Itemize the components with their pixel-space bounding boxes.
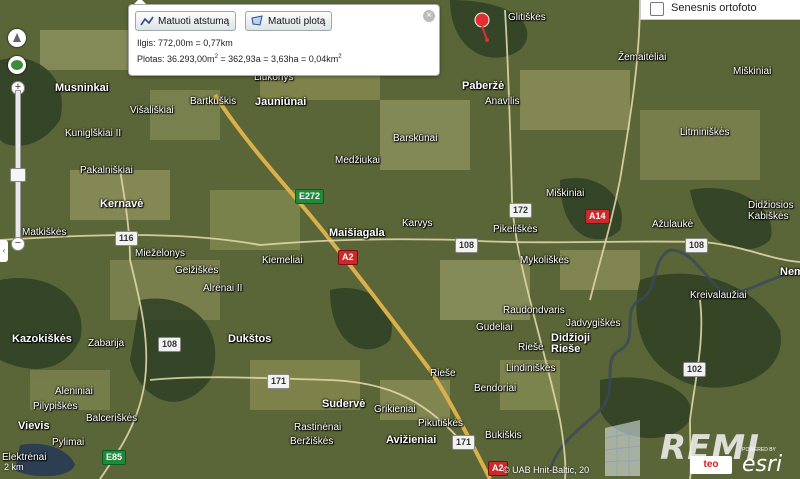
zoom-slider-track[interactable] <box>15 90 21 242</box>
ortophoto-checkbox[interactable] <box>650 2 664 16</box>
ruler-line-icon <box>140 16 154 26</box>
place-label: Geižiškės <box>175 265 219 276</box>
road-shield: A14 <box>585 209 610 224</box>
esri-logo: esri <box>742 452 783 477</box>
road-shield: 108 <box>685 238 709 253</box>
ortophoto-label: Senesnis ortofoto <box>671 2 757 14</box>
map-layer-icon <box>11 60 23 70</box>
close-icon[interactable]: × <box>423 10 435 22</box>
measure-area-label: Matuoti plotą <box>268 15 326 27</box>
place-label: Bendoriai <box>474 383 517 394</box>
place-label: Barskūnai <box>393 133 438 144</box>
scale-bar: 2 km <box>4 462 24 472</box>
place-label: Pikeliškės <box>493 224 538 235</box>
road-shield: 108 <box>455 238 479 253</box>
place-label: Bukiškis <box>485 430 522 441</box>
road-shield: 171 <box>267 374 291 389</box>
place-label: Pilypiškės <box>33 401 78 412</box>
road-shield: 172 <box>509 203 533 218</box>
place-label: Grikieniai <box>374 404 416 415</box>
teo-logo: teo <box>690 456 732 474</box>
zoom-slider-handle[interactable] <box>10 168 26 182</box>
collapse-panel-arrow[interactable]: ‹ <box>0 240 8 262</box>
place-label: Balceriškės <box>86 413 138 424</box>
place-label: Miškiniai <box>733 66 772 77</box>
measure-popup: Matuoti atstumą Matuoti plotą × Ilgis: 7… <box>128 0 440 76</box>
place-label: Pakalniškiai <box>80 165 133 176</box>
place-label: Avižieniai <box>386 434 437 446</box>
place-label: Rastinėnai <box>294 422 342 433</box>
copyright-attribution: © UAB Hnit-Baltic, 20 <box>503 465 590 475</box>
road-shield: E272 <box>295 189 325 204</box>
road-shield: 116 <box>115 231 138 246</box>
place-label: Lindiniškės <box>506 363 556 374</box>
place-label: Pylimai <box>52 437 85 448</box>
place-label: Kazokiškės <box>12 333 72 345</box>
area-superscript: 2 <box>338 54 342 60</box>
place-label: Gudeliai <box>476 322 513 333</box>
place-label: Višališkiai <box>130 105 174 116</box>
place-label: Musninkai <box>55 82 109 94</box>
place-label: Aleniniai <box>55 386 93 397</box>
road-shield: 171 <box>452 435 476 450</box>
place-label: Kiemeliai <box>262 255 303 266</box>
place-label: Kreivalaužiai <box>690 290 747 301</box>
place-label: Sudervė <box>322 398 366 410</box>
place-label: Matkiškės <box>22 227 67 238</box>
place-label: Ažulaukė <box>652 219 694 230</box>
road-shield: A2 <box>338 250 358 265</box>
place-label: Rieše <box>551 343 581 355</box>
place-label: Jadvygiškės <box>566 318 621 329</box>
place-label: Nem <box>780 266 800 278</box>
place-label: Didžiosios Kabiškės <box>748 200 794 222</box>
place-label: Maišiagala <box>329 227 385 239</box>
place-label: Beržiškės <box>290 436 334 447</box>
place-label: Mykoliškės <box>520 255 569 266</box>
place-label: Karvys <box>402 218 433 229</box>
place-label: Rieše <box>518 342 544 353</box>
layer-tool-button[interactable] <box>8 56 26 74</box>
area-result-prefix: Plotas: 36.293,00m <box>137 54 215 64</box>
place-label: Vievis <box>18 420 50 432</box>
place-label: Kuniglškiai II <box>65 128 122 139</box>
old-ortophoto-toggle[interactable]: Senesnis ortofoto <box>640 0 800 20</box>
place-label: Alrėnai II <box>203 283 243 294</box>
measure-area-button[interactable]: Matuoti plotą <box>245 11 333 31</box>
place-label: Bartkuškis <box>190 96 237 107</box>
place-label: Paberžė <box>462 80 505 92</box>
place-label: Pikutiškės <box>418 418 464 429</box>
place-label: Jauniūnai <box>255 96 307 108</box>
place-label: Rieše <box>430 368 456 379</box>
place-label: Glitiškės <box>508 12 546 23</box>
place-label: Litminiškės <box>680 127 730 138</box>
road-shield: 102 <box>683 362 707 377</box>
area-result-rest: = 362,93a = 3,63ha = 0,04km <box>217 54 339 64</box>
length-result: Ilgis: 772,00m = 0,77km <box>137 38 233 48</box>
road-shield: 108 <box>158 337 182 352</box>
hand-icon <box>13 33 21 42</box>
place-label: Dukštos <box>228 333 272 345</box>
zoom-out-button[interactable]: − <box>11 237 25 251</box>
building-logo-icon <box>604 420 641 476</box>
place-label: Kernavė <box>100 198 144 210</box>
pan-tool-button[interactable] <box>8 29 26 47</box>
place-label: Anavilis <box>485 96 520 107</box>
place-label: Žemaitėliai <box>618 52 667 63</box>
place-label: Raudondvaris <box>503 305 565 316</box>
measure-distance-label: Matuoti atstumą <box>158 15 230 27</box>
place-label: Miškiniai <box>546 188 585 199</box>
road-shield: E85 <box>102 450 127 465</box>
place-label: Medžiukai <box>335 155 381 166</box>
measure-distance-button[interactable]: Matuoti atstumą <box>135 11 237 31</box>
place-label: Zabarija <box>88 338 125 349</box>
place-label: Mieželonys <box>135 248 186 259</box>
area-result: Plotas: 36.293,00m 2 = 362,93a = 3,63ha =… <box>137 54 342 64</box>
polygon-icon <box>251 15 263 26</box>
